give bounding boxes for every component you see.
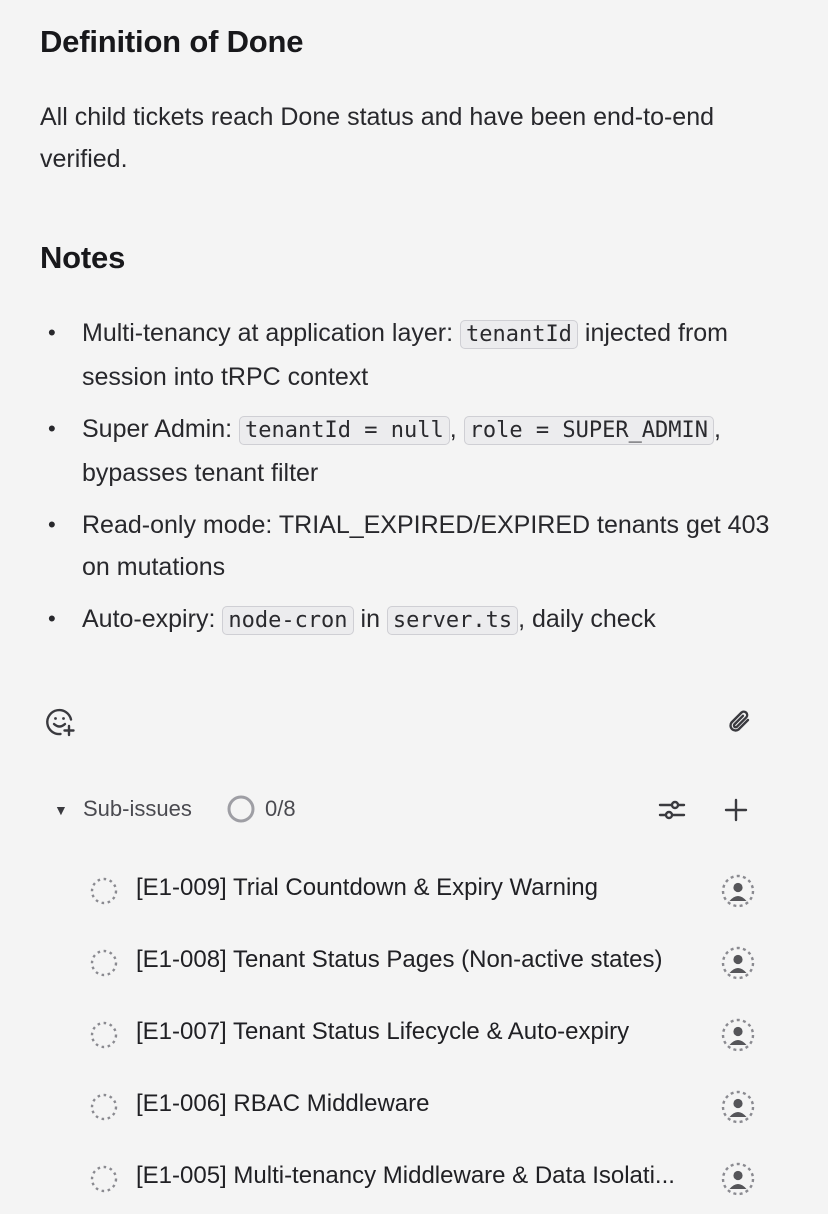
sub-issue-title[interactable]: [E1-005] Multi-tenancy Middleware & Data… [136,1162,696,1190]
bullet: • [48,416,56,441]
unassigned-avatar-icon[interactable] [720,1089,756,1125]
inline-code: node-cron [222,606,354,635]
notes-item: • Super Admin: tenantId = null, role = SU… [40,408,800,494]
definition-of-done-heading: Definition of Done [40,24,304,59]
unassigned-avatar-icon[interactable] [720,873,756,909]
sub-issue-title[interactable]: [E1-008] Tenant Status Pages (Non-active… [136,946,696,974]
sub-issue-row[interactable]: [E1-008] Tenant Status Pages (Non-active… [0,926,828,998]
progress-ring-icon [227,795,255,823]
bullet: • [48,512,56,537]
note-text: Auto-expiry: [82,605,223,633]
unassigned-avatar-icon[interactable] [720,1017,756,1053]
status-todo-icon[interactable] [89,1020,119,1050]
status-todo-icon[interactable] [89,1164,119,1194]
status-todo-icon[interactable] [89,948,119,978]
sub-issue-row[interactable]: [E1-005] Multi-tenancy Middleware & Data… [0,1142,828,1214]
bullet: • [48,606,56,631]
sub-issues-progress: 0/8 [265,796,296,821]
status-todo-icon[interactable] [89,1092,119,1122]
note-text: in [353,605,387,633]
inline-code: role = SUPER_ADMIN [463,416,715,445]
note-text: Read-only mode: TRIAL_EXPIRED/EXPIRED te… [82,511,770,581]
sub-issues-header: ▼ Sub-issues 0/8 [40,788,780,832]
inline-code: tenantId [459,320,578,349]
note-text: , [449,415,464,443]
notes-list: • Multi-tenancy at application layer: ten… [40,312,800,652]
sub-issue-row[interactable]: [E1-006] RBAC Middleware [0,1070,828,1142]
add-sub-issue-button[interactable] [718,792,754,828]
inline-code: server.ts [386,606,519,635]
sub-issue-title[interactable]: [E1-007] Tenant Status Lifecycle & Auto-… [136,1018,696,1046]
definition-of-done-text: All child tickets reach Done status and … [40,103,715,173]
sub-issue-title[interactable]: [E1-006] RBAC Middleware [136,1090,696,1118]
sub-issues-title[interactable]: Sub-issues [83,796,192,822]
unassigned-avatar-icon[interactable] [720,945,756,981]
unassigned-avatar-icon[interactable] [720,1161,756,1197]
note-text: , daily check [518,605,656,633]
inline-code: tenantId = null [239,416,450,445]
sub-issues-list: [E1-009] Trial Countdown & Expiry Warnin… [0,854,828,1214]
notes-item: • Read-only mode: TRIAL_EXPIRED/EXPIRED t… [40,504,800,588]
sub-issue-title[interactable]: [E1-009] Trial Countdown & Expiry Warnin… [136,874,696,902]
notes-item: • Multi-tenancy at application layer: ten… [40,312,800,398]
emoji-add-icon[interactable] [42,704,78,740]
notes-item: • Auto-expiry: node-cron in server.ts, da… [40,598,800,642]
notes-heading: Notes [40,240,126,275]
paperclip-icon[interactable] [722,704,758,740]
plus-icon [724,798,748,822]
note-text: Multi-tenancy at application layer: [82,319,460,347]
collapse-caret-icon[interactable]: ▼ [54,802,68,818]
note-text: Super Admin: [82,415,240,443]
sub-issue-row[interactable]: [E1-007] Tenant Status Lifecycle & Auto-… [0,998,828,1070]
bullet: • [48,320,56,345]
filter-settings-icon[interactable] [654,792,690,828]
status-todo-icon[interactable] [89,876,119,906]
sub-issue-row[interactable]: [E1-009] Trial Countdown & Expiry Warnin… [0,854,828,926]
